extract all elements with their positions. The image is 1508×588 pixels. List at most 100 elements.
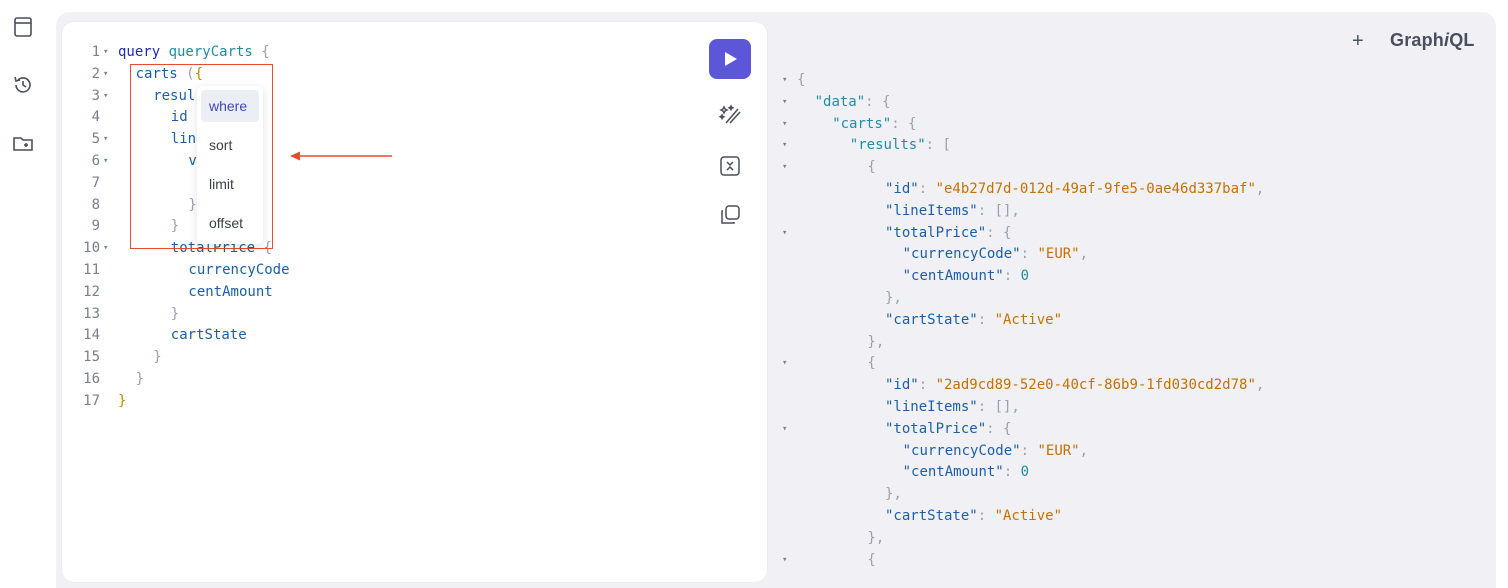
docs-icon[interactable]: [12, 16, 34, 38]
result-line: "cartState": "Active": [885, 506, 1062, 528]
fold-toggle-icon[interactable]: ▾: [782, 223, 787, 245]
line-number: 15: [83, 349, 100, 366]
copy-icon: [721, 205, 740, 224]
folder-plus-icon[interactable]: [12, 132, 34, 154]
autocomplete-popup[interactable]: where sort limit offset: [197, 86, 263, 244]
result-line: },: [885, 288, 902, 310]
code-token: : {: [891, 115, 917, 132]
magic-wand-icon: [718, 104, 741, 124]
code-token: "id": [885, 181, 919, 197]
fold-toggle-icon[interactable]: ▾: [782, 70, 787, 92]
code-token: queryCarts: [168, 44, 253, 60]
line-number: 7: [91, 174, 100, 191]
result-line: "results": [: [850, 135, 951, 157]
fold-toggle-icon[interactable]: ▾: [782, 114, 787, 136]
prettify-button[interactable]: [717, 102, 743, 128]
code-token: 0: [1020, 464, 1030, 481]
line-number: 3: [91, 87, 100, 104]
fold-toggle-icon[interactable]: ▾: [103, 86, 108, 108]
result-line: "id": "e4b27d7d-012d-49af-9fe5-0ae46d337…: [885, 179, 1264, 201]
code-token: "cartState": [885, 311, 978, 328]
line-number: 9: [91, 218, 100, 235]
code-token: "data": [814, 93, 866, 110]
result-line: {: [867, 353, 875, 375]
code-token: query: [118, 44, 169, 60]
code-token: "totalPrice": [885, 224, 987, 241]
line-number: 1: [91, 44, 100, 60]
code-token: "EUR": [1037, 246, 1080, 263]
merge-icon: [720, 156, 740, 176]
history-icon[interactable]: [12, 74, 34, 96]
code-token: : {: [986, 224, 1012, 241]
fold-toggle-icon[interactable]: ▾: [782, 135, 787, 157]
result-line: {: [797, 70, 805, 92]
autocomplete-item-sort[interactable]: sort: [201, 129, 259, 161]
autocomplete-item-limit[interactable]: limit: [201, 168, 259, 200]
line-number: 12: [83, 283, 100, 300]
editor-line: cartState: [171, 325, 247, 347]
code-token: : {: [865, 93, 891, 110]
code-token: v: [188, 153, 197, 169]
fold-toggle-icon[interactable]: ▾: [782, 92, 787, 114]
code-token: }: [170, 218, 180, 235]
fold-toggle-icon[interactable]: ▾: [103, 238, 108, 260]
code-token: centAmount: [188, 283, 273, 300]
result-line: },: [885, 484, 902, 506]
line-number: 5: [91, 131, 100, 148]
editor-line: }: [171, 216, 179, 238]
result-line: "lineItems": [],: [885, 397, 1020, 419]
result-line: "data": {: [815, 92, 891, 114]
result-line: {: [867, 157, 875, 179]
code-token: }: [118, 392, 127, 409]
result-line: },: [867, 332, 884, 354]
code-token: 0: [1020, 268, 1030, 285]
code-token: : [: [925, 137, 951, 154]
fold-toggle-icon[interactable]: ▾: [782, 550, 787, 572]
merge-fragments-button[interactable]: [717, 153, 743, 179]
code-token: "currencyCode": [902, 442, 1021, 459]
editor-line: resul: [153, 86, 195, 108]
editor-line: id: [171, 107, 188, 129]
fold-toggle-icon[interactable]: ▾: [103, 129, 108, 151]
autocomplete-item-where[interactable]: where: [201, 90, 259, 122]
fold-toggle-icon[interactable]: ▾: [782, 157, 787, 179]
line-number: 11: [83, 262, 100, 278]
line-number: 14: [83, 327, 100, 344]
copy-query-button[interactable]: [717, 202, 743, 228]
autocomplete-item-offset[interactable]: offset: [201, 207, 259, 239]
fold-toggle-icon[interactable]: ▾: [103, 64, 108, 86]
code-token: ,: [1079, 246, 1089, 263]
fold-toggle-icon[interactable]: ▾: [103, 42, 108, 64]
code-token: {: [797, 72, 806, 88]
line-number: 8: [91, 196, 100, 213]
editor-line: query queryCarts {: [118, 42, 270, 64]
result-line: "id": "2ad9cd89-52e0-40cf-86b9-1fd030cd2…: [885, 375, 1264, 397]
code-token: "Active": [994, 508, 1063, 524]
add-tab-button[interactable]: +: [1352, 30, 1364, 53]
code-token: {: [252, 44, 270, 60]
code-token: :: [1003, 464, 1021, 481]
run-button[interactable]: [709, 39, 751, 79]
editor-line: }: [188, 195, 196, 217]
fold-toggle-icon[interactable]: ▾: [782, 353, 787, 375]
fold-toggle-icon[interactable]: ▾: [782, 419, 787, 441]
code-token: {: [867, 355, 876, 372]
result-line: "totalPrice": {: [885, 419, 1011, 441]
code-token: "lineItems": [885, 399, 978, 415]
code-token: : [],: [977, 399, 1020, 415]
result-line: "centAmount": 0: [903, 266, 1029, 288]
fold-toggle-icon[interactable]: ▾: [103, 151, 108, 173]
code-token: },: [867, 333, 885, 350]
code-token: "currencyCode": [902, 246, 1021, 263]
code-token: "centAmount": [902, 464, 1004, 481]
code-token: "e4b27d7d-012d-49af-9fe5-0ae46d337baf": [935, 181, 1256, 197]
code-token: ,: [1079, 442, 1089, 459]
run-icon: [725, 52, 737, 66]
code-token: }: [135, 371, 145, 387]
editor-line: }: [153, 347, 161, 369]
line-number: 6: [91, 153, 100, 169]
code-token: lin: [170, 131, 197, 148]
editor-line: currencyCode: [188, 260, 289, 282]
code-token: "totalPrice": [885, 420, 987, 437]
result-line: "currencyCode": "EUR",: [903, 441, 1088, 463]
